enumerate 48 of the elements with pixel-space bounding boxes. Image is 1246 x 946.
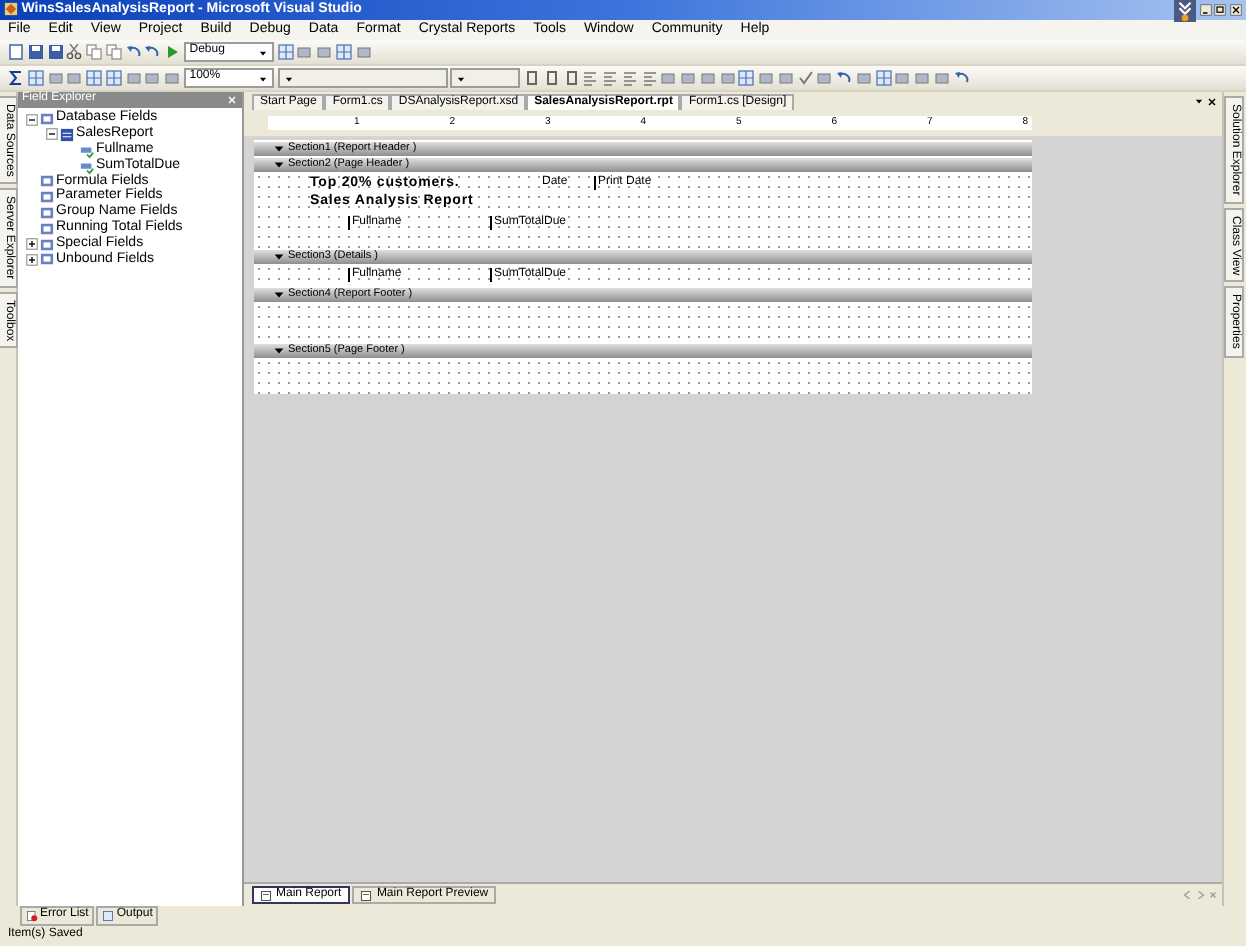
grid-icon[interactable]: [738, 70, 755, 86]
expander-icon[interactable]: [26, 113, 38, 126]
field-icon[interactable]: [80, 143, 94, 158]
expander-icon[interactable]: [46, 128, 58, 141]
undo-icon[interactable]: [836, 70, 852, 86]
grid-icon[interactable]: [335, 44, 352, 60]
tool-icon[interactable]: [355, 44, 371, 60]
grid-icon[interactable]: [875, 70, 891, 86]
dropdown-arrow-icon[interactable]: [283, 73, 293, 83]
close-icon[interactable]: [1230, 4, 1242, 16]
align-icon[interactable]: [641, 70, 657, 86]
output-icon[interactable]: [102, 910, 115, 922]
tool-icon[interactable]: [855, 70, 872, 86]
maximize-icon[interactable]: [1214, 4, 1227, 16]
minimize-icon[interactable]: [1199, 4, 1211, 16]
table-icon[interactable]: [60, 127, 74, 142]
app-icon[interactable]: [4, 2, 18, 17]
chevron-icon[interactable]: [1173, 0, 1196, 21]
grid-icon[interactable]: [277, 44, 293, 60]
undo-icon[interactable]: [953, 70, 969, 86]
align-icon[interactable]: [602, 70, 618, 86]
dropdown-arrow-icon[interactable]: [257, 73, 268, 83]
report-icon[interactable]: [260, 889, 272, 901]
align-icon[interactable]: [582, 70, 599, 86]
tool-icon[interactable]: [816, 70, 833, 86]
cut-icon[interactable]: [66, 44, 83, 60]
close-icon[interactable]: [1206, 95, 1219, 107]
play-icon[interactable]: [164, 44, 180, 60]
field-icon[interactable]: [80, 159, 94, 174]
caret-icon[interactable]: [274, 345, 284, 356]
new-file-icon[interactable]: [8, 44, 24, 60]
save-icon[interactable]: [47, 44, 63, 60]
dropdown-arrow-icon[interactable]: [456, 73, 467, 83]
caret-icon[interactable]: [274, 251, 284, 262]
error-icon[interactable]: [26, 910, 38, 922]
caret-icon[interactable]: [274, 289, 284, 300]
expander-icon[interactable]: [26, 238, 38, 251]
folder-icon[interactable]: [40, 112, 54, 127]
report-icon[interactable]: [360, 889, 373, 901]
dropdown-arrow-icon[interactable]: [1193, 96, 1203, 106]
align-icon[interactable]: [621, 70, 638, 86]
dropdown-arrow-icon[interactable]: [257, 47, 268, 57]
expander-icon[interactable]: [26, 253, 38, 266]
sum-icon[interactable]: [8, 70, 24, 86]
save-icon[interactable]: [27, 44, 44, 60]
grid-icon[interactable]: [105, 70, 122, 86]
check-icon[interactable]: [797, 70, 813, 86]
grid-icon[interactable]: [86, 70, 102, 86]
